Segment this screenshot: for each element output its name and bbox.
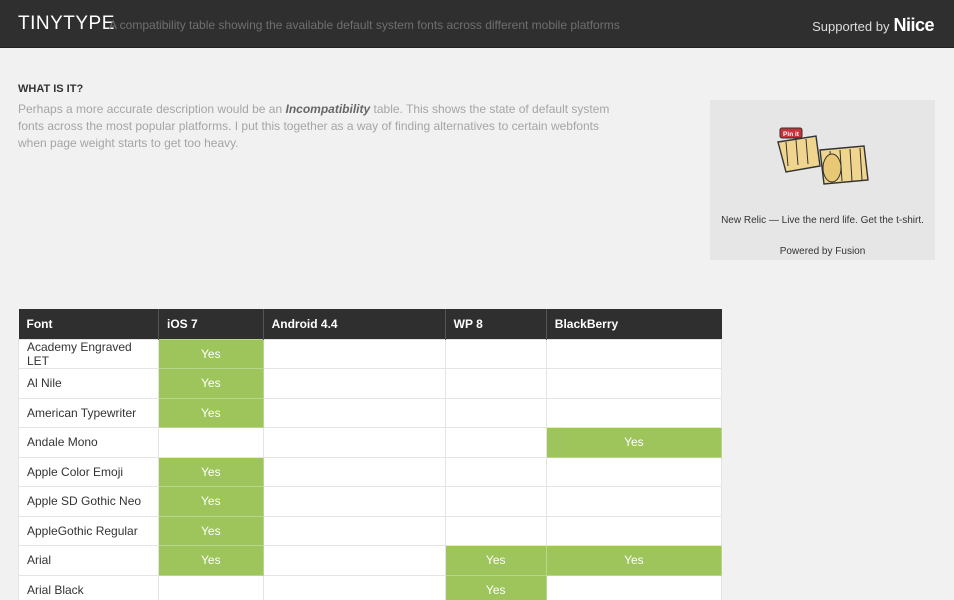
- column-header-font: Font: [18, 309, 159, 339]
- table-row: American Typewriter Yes: [18, 397, 723, 428]
- support-cell-ios: Yes: [158, 456, 264, 487]
- font-compatibility-table: Font iOS 7 Android 4.4 WP 8 BlackBerry A…: [18, 309, 723, 600]
- support-cell-android: [262, 397, 446, 428]
- support-cell-blackberry: [545, 486, 723, 517]
- support-cell-ios: Yes: [158, 397, 264, 428]
- column-header-blackberry: BlackBerry: [546, 309, 722, 339]
- about-description: Perhaps a more accurate description woul…: [18, 101, 628, 152]
- support-cell-android: [262, 427, 446, 458]
- support-cell-android: [262, 338, 446, 369]
- supported-by-label: Supported by: [812, 19, 890, 34]
- ad-copy[interactable]: New Relic — Live the nerd life. Get the …: [710, 215, 935, 226]
- font-name-cell: AppleGothic Regular: [18, 515, 159, 546]
- support-cell-blackberry: [545, 574, 723, 600]
- support-cell-ios: Yes: [158, 515, 264, 546]
- support-cell-wp: [444, 515, 547, 546]
- support-cell-wp: [444, 486, 547, 517]
- support-cell-android: [262, 368, 446, 399]
- column-header-android: Android 4.4: [263, 309, 446, 339]
- support-cell-android: [262, 545, 446, 576]
- about-text-part-1: Perhaps a more accurate description woul…: [18, 102, 286, 116]
- font-name-cell: Apple Color Emoji: [18, 456, 159, 487]
- about-heading: WHAT IS IT?: [18, 83, 84, 95]
- support-cell-blackberry: Yes: [545, 545, 723, 576]
- support-cell-blackberry: [545, 338, 723, 369]
- support-cell-wp: [444, 456, 547, 487]
- table-row: AppleGothic Regular Yes: [18, 515, 723, 546]
- support-cell-blackberry: [545, 515, 723, 546]
- support-cell-android: [262, 456, 446, 487]
- support-cell-android: [262, 574, 446, 600]
- table-row: Arial Black Yes: [18, 574, 723, 600]
- support-cell-blackberry: [545, 456, 723, 487]
- site-logo[interactable]: TINYTYPE: [18, 13, 115, 35]
- top-bar: TINYTYPE A compatibility table showing t…: [0, 0, 954, 48]
- font-name-cell: Apple SD Gothic Neo: [18, 486, 159, 517]
- ad-powered-by[interactable]: Powered by Fusion: [710, 246, 935, 257]
- table-row: Apple Color Emoji Yes: [18, 456, 723, 487]
- support-cell-wp: [444, 427, 547, 458]
- left-fist: Pin it: [777, 127, 821, 173]
- font-name-cell: Al Nile: [18, 368, 159, 399]
- font-name-cell: Arial Black: [18, 574, 159, 600]
- table-row: Andale Mono Yes: [18, 427, 723, 458]
- support-cell-ios: Yes: [158, 486, 264, 517]
- support-cell-wp: [444, 397, 547, 428]
- table-header-row: Font iOS 7 Android 4.4 WP 8 BlackBerry: [18, 309, 722, 339]
- support-cell-ios: Yes: [158, 545, 264, 576]
- supported-by[interactable]: Supported by Niice: [812, 15, 934, 36]
- support-cell-ios: [158, 427, 264, 458]
- niice-logo[interactable]: Niice: [893, 15, 934, 36]
- ad-panel[interactable]: Pin it New Relic — Live the nerd life. G…: [710, 100, 935, 260]
- table-row: Al Nile Yes: [18, 368, 723, 399]
- ad-fist-illustration[interactable]: Pin it: [772, 120, 872, 190]
- support-cell-ios: Yes: [158, 338, 264, 369]
- column-header-wp: WP 8: [445, 309, 547, 339]
- pin-it-badge[interactable]: Pin it: [783, 131, 800, 138]
- about-text-emphasis: Incompatibility: [285, 102, 371, 116]
- table-row: Academy Engraved LET Yes: [18, 338, 723, 369]
- column-header-ios: iOS 7: [158, 309, 264, 339]
- support-cell-android: [262, 486, 446, 517]
- table-row: Arial Yes Yes Yes: [18, 545, 723, 576]
- table-body: Academy Engraved LET Yes Al Nile Yes America…: [18, 338, 723, 600]
- font-name-cell: American Typewriter: [18, 397, 159, 428]
- support-cell-ios: [158, 574, 264, 600]
- site-tagline: A compatibility table showing the availa…: [109, 18, 620, 32]
- support-cell-wp: [444, 338, 547, 369]
- font-name-cell: Andale Mono: [18, 427, 159, 458]
- support-cell-blackberry: [545, 397, 723, 428]
- right-fist: [819, 145, 869, 185]
- font-name-cell: Academy Engraved LET: [18, 338, 159, 369]
- support-cell-wp: Yes: [444, 574, 547, 600]
- support-cell-wp: [444, 368, 547, 399]
- table-row: Apple SD Gothic Neo Yes: [18, 486, 723, 517]
- support-cell-ios: Yes: [158, 368, 264, 399]
- support-cell-blackberry: [545, 368, 723, 399]
- support-cell-android: [262, 515, 446, 546]
- font-name-cell: Arial: [18, 545, 159, 576]
- support-cell-wp: Yes: [444, 545, 547, 576]
- support-cell-blackberry: Yes: [545, 427, 723, 458]
